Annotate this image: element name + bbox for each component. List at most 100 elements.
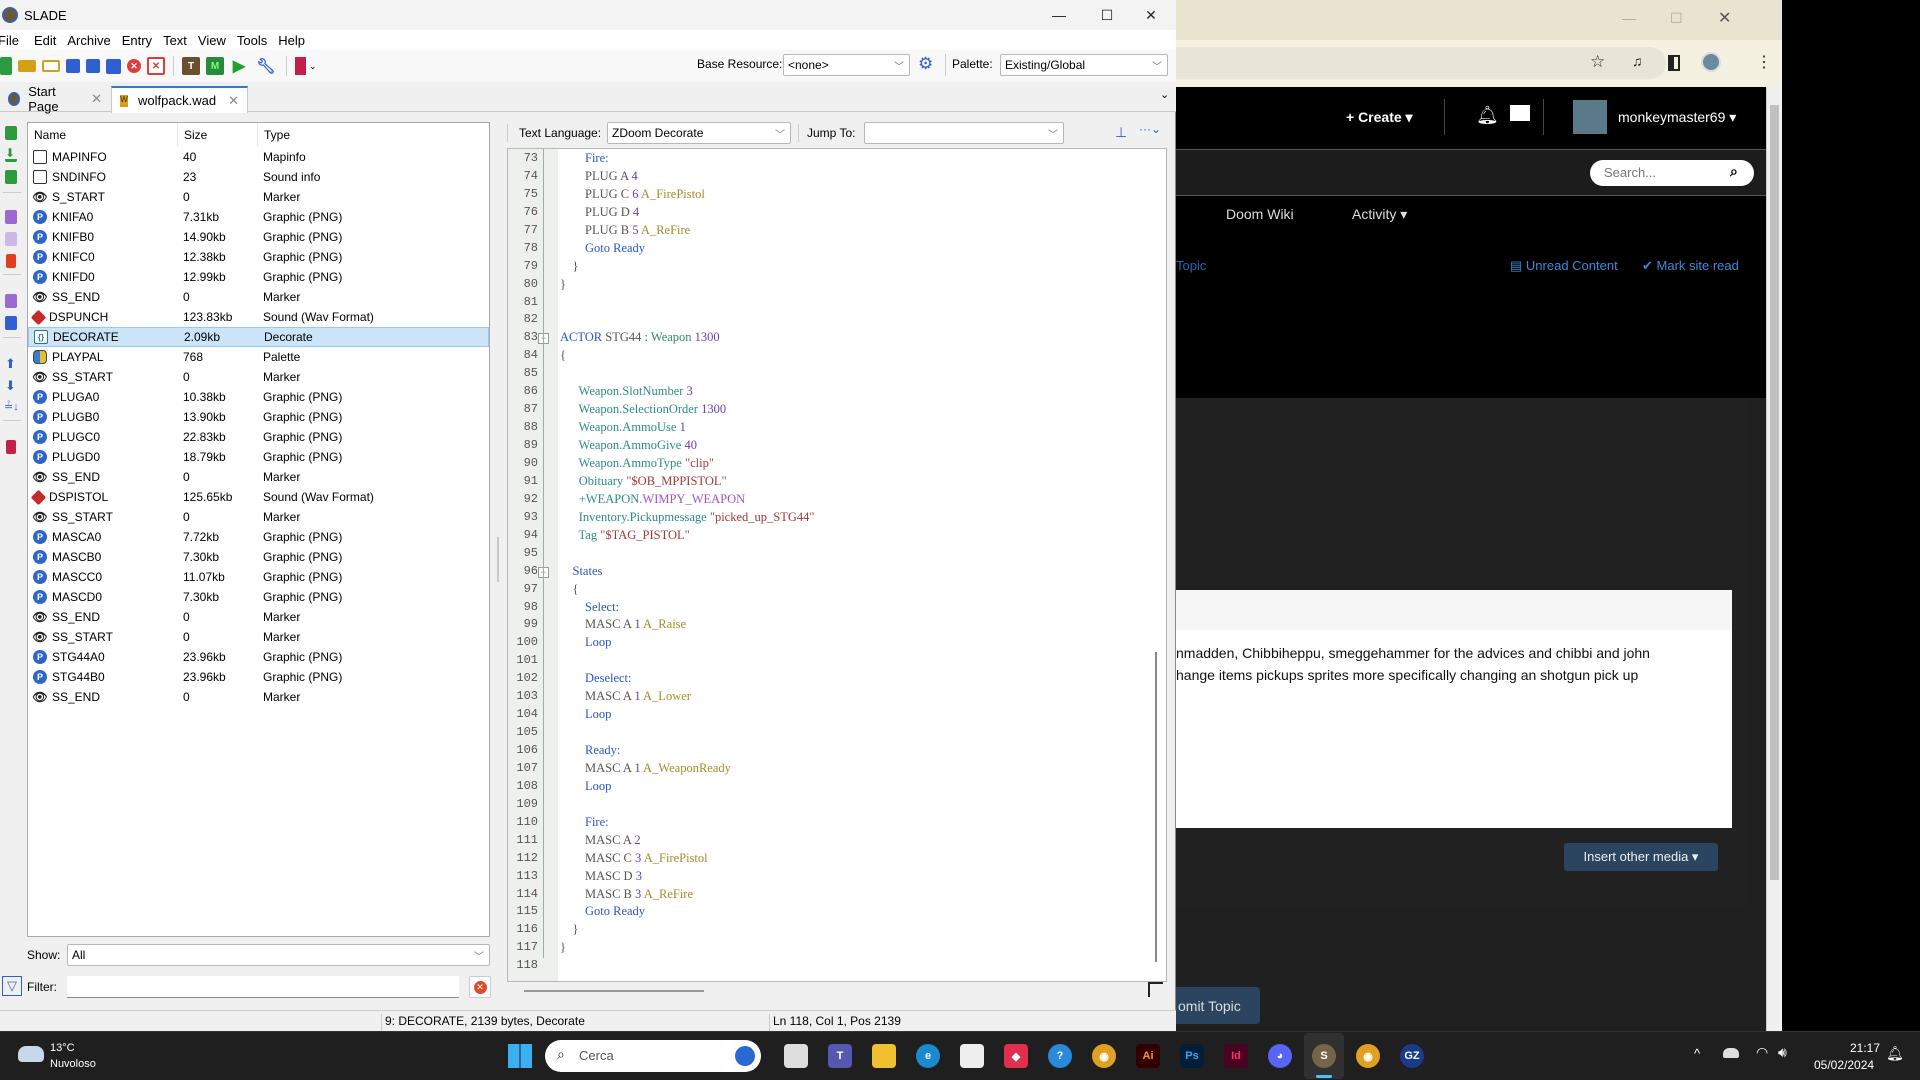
entry-row[interactable]: 👁︎ SS_START 0 Marker [28, 627, 489, 647]
entry-row[interactable]: 👁︎ S_START 0 Marker [28, 187, 489, 207]
entry-row[interactable]: 👁︎ SS_START 0 Marker [28, 367, 489, 387]
profile-avatar[interactable] [1701, 52, 1721, 72]
jump-to-dropdown[interactable]: ﹀ [864, 122, 1064, 144]
entry-row[interactable]: DSPISTOL 125.65kb Sound (Wav Format) [28, 487, 489, 507]
more-options-icon[interactable]: ···⌄ [1139, 122, 1161, 136]
media-controls-icon[interactable]: ♫ [1632, 53, 1643, 69]
menu-file[interactable]: File [0, 33, 26, 48]
compile-icon[interactable]: ⊥ [1115, 124, 1127, 141]
entry-row[interactable]: 👁︎ SS_END 0 Marker [28, 687, 489, 707]
entry-row[interactable]: {} DECORATE 2.09kb Decorate [28, 327, 489, 347]
menu-entry[interactable]: Entry [122, 33, 159, 48]
entry-row[interactable]: 👁︎ SS_END 0 Marker [28, 467, 489, 487]
nav-doom-wiki[interactable]: Doom Wiki [1226, 206, 1294, 222]
insert-other-media-button[interactable]: Insert other media ▾ [1564, 843, 1718, 871]
entry-row[interactable]: 👁︎ SS_END 0 Marker [28, 607, 489, 627]
panel-splitter[interactable] [497, 537, 499, 582]
entry-row[interactable]: 👁︎ SS_START 0 Marker [28, 507, 489, 527]
onedrive-cloud-icon[interactable] [1723, 1048, 1739, 1058]
export-entry-icon[interactable] [5, 316, 17, 330]
tools-wrench-icon[interactable]: 🔧︎ [254, 57, 278, 75]
filter-icon[interactable]: ▽ [2, 976, 22, 996]
clock-date[interactable]: 05/02/2024 [1814, 1058, 1874, 1072]
clock-time[interactable]: 21:17 [1838, 1041, 1880, 1055]
save-icon[interactable] [66, 59, 80, 73]
maximize-button[interactable]: ☐ [1084, 0, 1130, 30]
browser-close-button[interactable]: ✕ [1718, 8, 1731, 28]
wifi-icon[interactable]: ◠ [1756, 1044, 1768, 1061]
entry-row[interactable]: P PLUGD0 18.79kb Graphic (PNG) [28, 447, 489, 467]
weather-description[interactable]: Nuvoloso [50, 1058, 96, 1070]
tab-list-dropdown-icon[interactable]: ⌄ [1160, 88, 1169, 101]
texture-editor-icon[interactable]: T [182, 57, 200, 75]
close-tab-icon[interactable]: ✕ [91, 91, 102, 107]
taskbar-app-store-icon[interactable] [960, 1044, 984, 1068]
column-header-size[interactable]: Size [178, 123, 258, 147]
site-search[interactable]: Search... ⌕ [1590, 160, 1754, 186]
open-directory-icon[interactable] [42, 60, 60, 72]
clear-filter-button[interactable]: ✕ [469, 976, 491, 998]
entry-row[interactable]: ≡ SNDINFO 23 Sound info [28, 167, 489, 187]
nav-activity[interactable]: Activity ▾ [1352, 206, 1407, 223]
entry-list[interactable]: Name Size Type ≡ MAPINFO 40 Mapinfo ≡ SNDINFO… [27, 122, 490, 937]
base-resource-dropdown[interactable]: <none> ﹀ [783, 54, 910, 76]
move-down-icon[interactable]: ⬇ [5, 378, 16, 394]
code-horizontal-scrollbar[interactable] [507, 982, 1167, 1000]
taskbar-app-help-icon[interactable]: ? [1048, 1044, 1072, 1068]
browser-maximize-button[interactable]: ☐ [1670, 10, 1683, 27]
taskbar-app-discord-icon[interactable]: ◕ [1268, 1044, 1292, 1068]
bookmark-icon[interactable] [295, 57, 306, 75]
entry-row[interactable]: P MASCB0 7.30kb Graphic (PNG) [28, 547, 489, 567]
notifications-bell-icon[interactable]: 🔔︎ [1476, 105, 1499, 126]
taskbar-app-file-explorer-icon[interactable] [872, 1044, 896, 1068]
taskbar-search[interactable]: ⌕ Cerca [545, 1040, 761, 1072]
close-all-icon[interactable]: ✕ [147, 57, 165, 75]
create-button[interactable]: + Create ▾ [1346, 109, 1413, 126]
entry-row[interactable]: P KNIFB0 14.90kb Graphic (PNG) [28, 227, 489, 247]
menu-tools[interactable]: Tools [237, 33, 274, 48]
code-editor[interactable]: 7374757677787980818283−84858687888990919… [507, 148, 1167, 982]
entry-row[interactable]: DSPUNCH 123.83kb Sound (Wav Format) [28, 307, 489, 327]
volume-icon[interactable]: 🔊︎ [1778, 1044, 1787, 1061]
code-vertical-scrollbar[interactable] [1155, 652, 1157, 962]
menu-text[interactable]: Text [163, 33, 194, 48]
entry-row[interactable]: P STG44A0 23.96kb Graphic (PNG) [28, 647, 489, 667]
entry-row[interactable]: P PLUGB0 13.90kb Graphic (PNG) [28, 407, 489, 427]
user-avatar[interactable] [1573, 100, 1607, 134]
close-button[interactable]: ✕ [1128, 0, 1174, 30]
bookmark-star-icon[interactable]: ☆ [1590, 52, 1605, 72]
close-tab-icon[interactable]: ✕ [228, 93, 239, 109]
palette-dropdown[interactable]: Existing/Global ﹀ [1000, 54, 1168, 76]
entry-row[interactable]: P KNIFD0 12.99kb Graphic (PNG) [28, 267, 489, 287]
save-as-icon[interactable] [86, 59, 100, 73]
taskbar-app-gzdoom-icon[interactable]: GZ [1400, 1044, 1424, 1068]
browser-scrollbar-thumb[interactable] [1770, 105, 1779, 880]
rename-entry-icon[interactable] [5, 210, 17, 224]
close-archive-icon[interactable]: ✕ [127, 59, 141, 73]
open-archive-icon[interactable] [18, 60, 36, 72]
entry-row[interactable]: PLAYPAL 768 Palette [28, 347, 489, 367]
taskbar-app-red-app-icon[interactable]: ◆ [1004, 1044, 1028, 1068]
bookmark-icon[interactable] [6, 440, 16, 454]
weather-temp[interactable]: 13°C [50, 1042, 75, 1054]
new-entry-icon[interactable] [5, 126, 17, 140]
new-archive-icon[interactable] [0, 57, 12, 75]
browser-menu-icon[interactable]: ⋮ [1756, 52, 1772, 72]
map-editor-icon[interactable]: M [206, 57, 224, 75]
tab-wolfpack-wad[interactable]: W wolfpack.wad ✕ [111, 86, 248, 113]
import-entry-icon[interactable]: ⬇ [5, 147, 17, 162]
menu-help[interactable]: Help [278, 33, 312, 48]
side-panel-icon[interactable] [1668, 55, 1680, 71]
entry-row[interactable]: P STG44B0 23.96kb Graphic (PNG) [28, 667, 489, 687]
taskbar-app-task-view-icon[interactable] [784, 1044, 808, 1068]
taskbar-app-indesign-icon[interactable]: Id [1224, 1044, 1248, 1068]
entry-row[interactable]: P MASCC0 11.07kb Graphic (PNG) [28, 567, 489, 587]
entry-row[interactable]: P KNIFC0 12.38kb Graphic (PNG) [28, 247, 489, 267]
menu-edit[interactable]: Edit [34, 33, 63, 48]
taskbar-app-illustrator-icon[interactable]: Ai [1136, 1044, 1160, 1068]
entry-row[interactable]: 👁︎ SS_END 0 Marker [28, 287, 489, 307]
entry-row[interactable]: P PLUGA0 10.38kb Graphic (PNG) [28, 387, 489, 407]
post-body-editor[interactable]: nmadden, Chibbiheppu, smeggehammer for t… [1176, 630, 1732, 828]
import-files-icon[interactable] [5, 170, 17, 184]
column-header-name[interactable]: Name [28, 123, 178, 147]
